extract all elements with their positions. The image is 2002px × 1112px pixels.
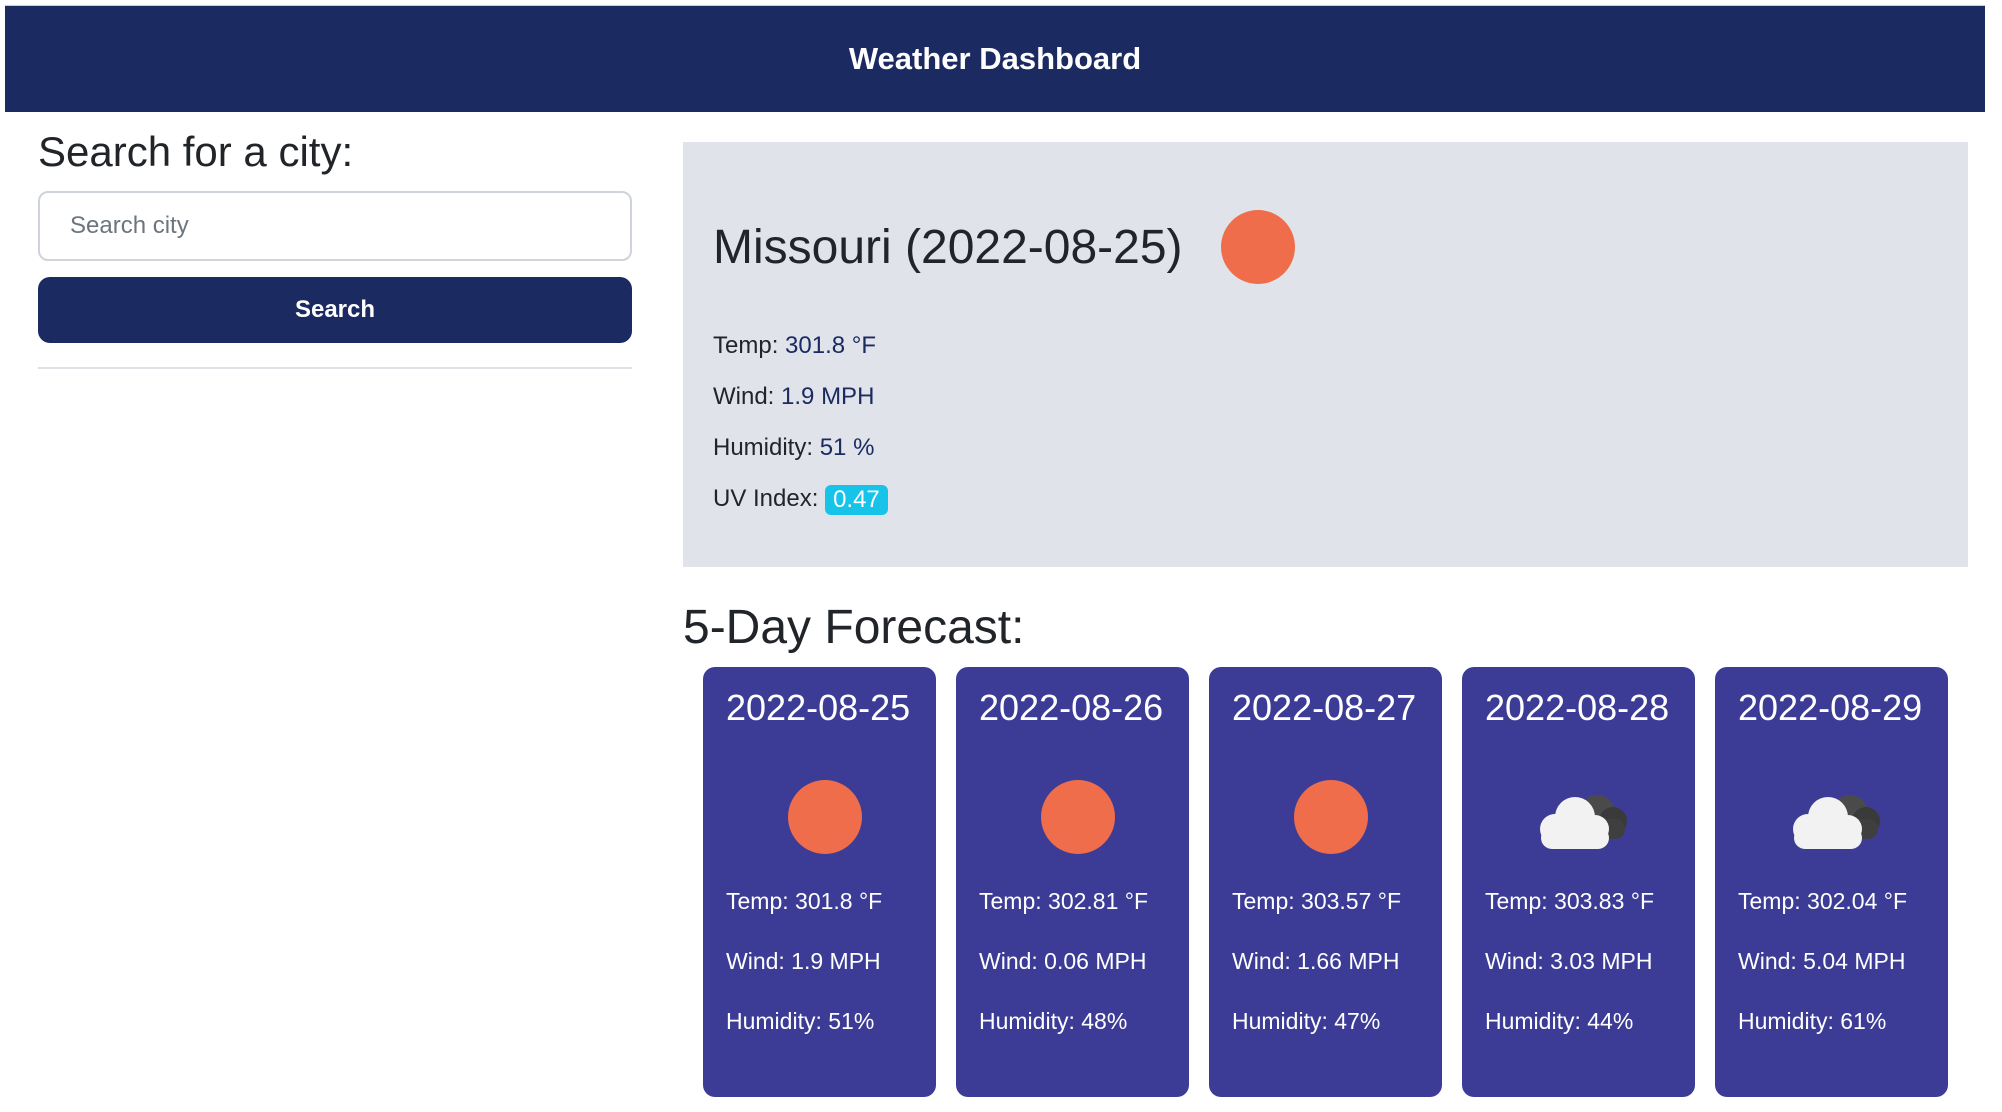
forecast-icon-wrap — [979, 731, 1166, 871]
search-heading: Search for a city: — [38, 128, 354, 175]
forecast-icon-wrap — [726, 731, 913, 871]
current-temp: Temp: 301.8 °F — [713, 320, 1938, 371]
search-history-divider — [38, 367, 632, 369]
sun-icon — [1220, 210, 1295, 284]
forecast-temp: Temp: 302.81 °F — [979, 888, 1149, 914]
forecast-humidity: Humidity: 51% — [726, 1008, 875, 1034]
forecast-card: 2022-08-27 Temp: 303.57 °F Wind: 1.66 MP… — [1209, 667, 1442, 1097]
forecast-icon-wrap — [1485, 731, 1672, 871]
forecast-humidity: Humidity: 47% — [1232, 1008, 1381, 1034]
forecast-cards: 2022-08-25 Temp: 301.8 °F Wind: 1.9 MPH … — [703, 667, 1948, 1097]
app-header: Weather Dashboard — [5, 5, 1985, 112]
uv-index-badge: 0.47 — [825, 484, 888, 515]
current-temp-value: 301.8 °F — [785, 332, 877, 359]
current-title-row: Missouri (2022-08-25) — [713, 210, 1938, 284]
forecast-temp: Temp: 302.04 °F — [1738, 888, 1908, 914]
forecast-icon-wrap — [1232, 731, 1419, 871]
search-sidebar: Search for a city: Search — [38, 125, 632, 369]
sun-icon — [1294, 780, 1368, 854]
current-humidity: Humidity: 51 % — [713, 422, 1938, 473]
current-wind-label: Wind: — [713, 383, 775, 410]
current-uv: UV Index: 0.47 — [713, 473, 1938, 524]
sun-icon — [1041, 780, 1115, 854]
forecast-wind: Wind: 1.9 MPH — [726, 948, 881, 974]
forecast-card: 2022-08-28 Temp: 303.83 °F Wind: 3.03 MP… — [1462, 667, 1695, 1097]
forecast-icon-wrap — [1738, 731, 1925, 871]
app-title: Weather Dashboard — [848, 41, 1142, 76]
forecast-card: 2022-08-26 Temp: 302.81 °F Wind: 0.06 MP… — [956, 667, 1189, 1097]
forecast-card: 2022-08-25 Temp: 301.8 °F Wind: 1.9 MPH … — [703, 667, 936, 1097]
forecast-date: 2022-08-27 — [1232, 687, 1417, 728]
forecast-humidity: Humidity: 61% — [1738, 1008, 1887, 1034]
forecast-wind: Wind: 5.04 MPH — [1738, 948, 1906, 974]
forecast-wind: Wind: 3.03 MPH — [1485, 948, 1653, 974]
cloud-icon — [1793, 795, 1880, 849]
forecast-date: 2022-08-29 — [1738, 687, 1923, 728]
forecast-card: 2022-08-29 Temp: 302.04 °F Wind: 5.04 MP… — [1715, 667, 1948, 1097]
forecast-heading: 5-Day Forecast: — [683, 601, 1025, 654]
current-temp-label: Temp: — [713, 332, 779, 359]
forecast-humidity: Humidity: 44% — [1485, 1008, 1634, 1034]
current-wind: Wind: 1.9 MPH — [713, 371, 1938, 422]
forecast-temp: Temp: 303.57 °F — [1232, 888, 1402, 914]
current-stats: Temp: 301.8 °F Wind: 1.9 MPH Humidity: 5… — [713, 320, 1938, 524]
current-wind-value: 1.9 MPH — [781, 383, 875, 410]
forecast-humidity: Humidity: 48% — [979, 1008, 1128, 1034]
current-uv-label: UV Index: — [713, 485, 819, 512]
search-button[interactable]: Search — [38, 277, 632, 343]
sun-icon — [788, 780, 862, 854]
forecast-wind: Wind: 1.66 MPH — [1232, 948, 1400, 974]
forecast-date: 2022-08-25 — [726, 687, 911, 728]
forecast-date: 2022-08-26 — [979, 687, 1164, 728]
forecast-date: 2022-08-28 — [1485, 687, 1670, 728]
current-humidity-label: Humidity: — [713, 434, 814, 461]
forecast-wind: Wind: 0.06 MPH — [979, 948, 1147, 974]
current-weather-panel: Missouri (2022-08-25) Temp: 301.8 °F Win… — [683, 142, 1968, 567]
current-city-title: Missouri (2022-08-25) — [713, 220, 1183, 274]
forecast-temp: Temp: 301.8 °F — [726, 888, 883, 914]
cloud-icon — [1540, 795, 1627, 849]
current-humidity-value: 51 % — [819, 434, 875, 461]
search-city-input[interactable] — [38, 191, 632, 261]
forecast-temp: Temp: 303.83 °F — [1485, 888, 1655, 914]
